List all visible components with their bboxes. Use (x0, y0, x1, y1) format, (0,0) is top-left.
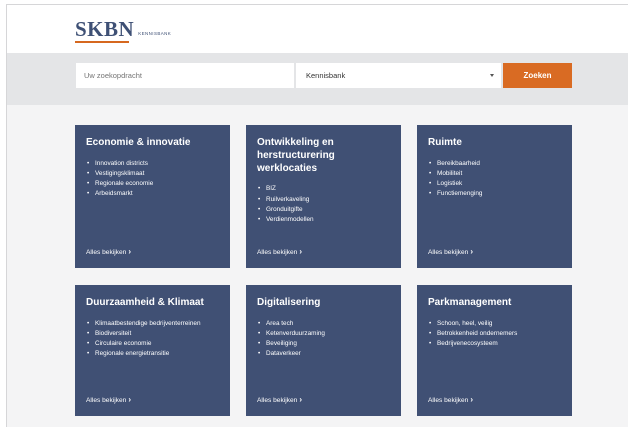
view-all-label: Alles bekijken (257, 248, 298, 256)
card-topic-list: BIZ Ruilverkaveling Gronduitgifte Verdie… (257, 184, 390, 225)
card-topic-link[interactable]: Schoon, heel, veilig (428, 319, 561, 329)
view-all-label: Alles bekijken (428, 396, 469, 404)
card-topic-link[interactable]: Bedrijvenecosysteem (428, 339, 561, 349)
card-topic-link[interactable]: Betrokkenheid ondernemers (428, 329, 561, 339)
logo-subtitle: KENNISBANK (138, 31, 172, 36)
card-topic-link[interactable]: BIZ (257, 184, 390, 194)
logo-text: SKBN (75, 17, 135, 41)
category-select[interactable]: Kennisbank (296, 63, 501, 88)
card-topic-link[interactable]: Dataverkeer (257, 349, 390, 359)
card-title: Economie & innovatie (86, 137, 191, 148)
card-topic-list: Schoon, heel, veilig Betrokkenheid onder… (428, 319, 561, 349)
card-topic-link[interactable]: Klimaatbestendige bedrijventerreinen (86, 319, 219, 329)
chevron-right-icon: › (470, 395, 473, 404)
category-card-ruimte[interactable]: Ruimte Bereikbaarheid Mobiliteit Logisti… (417, 125, 572, 268)
category-card-ontwikkeling[interactable]: Ontwikkeling en herstructurering werkloc… (246, 125, 401, 268)
chevron-right-icon: › (128, 395, 131, 404)
card-title: Parkmanagement (428, 297, 512, 308)
category-card-economie[interactable]: Economie & innovatie Innovation district… (75, 125, 230, 268)
card-topic-link[interactable]: Area tech (257, 319, 390, 329)
logo-underline (75, 41, 129, 43)
card-topic-link[interactable]: Vestigingsklimaat (86, 169, 219, 179)
card-topic-link[interactable]: Beveiliging (257, 339, 390, 349)
view-all-label: Alles bekijken (86, 396, 127, 404)
category-card-digitalisering[interactable]: Digitalisering Area tech Ketenverduurzam… (246, 285, 401, 416)
chevron-right-icon: › (128, 247, 131, 256)
card-topic-link[interactable]: Logistiek (428, 179, 561, 189)
card-topic-link[interactable]: Biodiversiteit (86, 329, 219, 339)
site-logo[interactable]: SKBN KENNISBANK (75, 19, 171, 40)
view-all-link[interactable]: Alles bekijken › (86, 248, 131, 256)
card-title: Ontwikkeling en herstructurering werkloc… (257, 137, 335, 174)
category-select-value: Kennisbank (306, 71, 346, 80)
view-all-link[interactable]: Alles bekijken › (86, 396, 131, 404)
card-topic-link[interactable]: Regionale energietransitie (86, 349, 219, 359)
view-all-label: Alles bekijken (428, 248, 469, 256)
card-topic-list: Klimaatbestendige bedrijventerreinen Bio… (86, 319, 219, 360)
chevron-right-icon: › (470, 247, 473, 256)
card-topic-link[interactable]: Verdienmodellen (257, 215, 390, 225)
search-bar: Kennisbank Zoeken (7, 53, 628, 105)
view-all-link[interactable]: Alles bekijken › (257, 248, 302, 256)
card-topic-link[interactable]: Ketenverduurzaming (257, 329, 390, 339)
view-all-link[interactable]: Alles bekijken › (428, 248, 473, 256)
browser-viewport: SKBN KENNISBANK Kennisbank Zoeken Econom… (6, 4, 628, 427)
chevron-right-icon: › (299, 247, 302, 256)
view-all-link[interactable]: Alles bekijken › (428, 396, 473, 404)
category-card-parkmanagement[interactable]: Parkmanagement Schoon, heel, veilig Betr… (417, 285, 572, 416)
card-topic-link[interactable]: Circulaire economie (86, 339, 219, 349)
card-topic-link[interactable]: Mobiliteit (428, 169, 561, 179)
card-topic-link[interactable]: Bereikbaarheid (428, 159, 561, 169)
card-topic-list: Innovation districts Vestigingsklimaat R… (86, 159, 219, 200)
card-title: Ruimte (428, 137, 462, 148)
search-input[interactable] (76, 63, 294, 88)
site-header: SKBN KENNISBANK (7, 5, 628, 53)
card-title: Duurzaamheid & Klimaat (86, 297, 204, 308)
view-all-label: Alles bekijken (257, 396, 298, 404)
card-topic-link[interactable]: Ruilverkaveling (257, 195, 390, 205)
card-topic-link[interactable]: Gronduitgifte (257, 205, 390, 215)
category-card-duurzaamheid[interactable]: Duurzaamheid & Klimaat Klimaatbestendige… (75, 285, 230, 416)
card-topic-link[interactable]: Innovation districts (86, 159, 219, 169)
card-topic-list: Bereikbaarheid Mobiliteit Logistiek Func… (428, 159, 561, 200)
view-all-label: Alles bekijken (86, 248, 127, 256)
chevron-right-icon: › (299, 395, 302, 404)
card-topic-link[interactable]: Functiemenging (428, 189, 561, 199)
card-topic-link[interactable]: Arbeidsmarkt (86, 189, 219, 199)
card-topic-link[interactable]: Regionale economie (86, 179, 219, 189)
chevron-down-icon (489, 73, 495, 79)
search-button[interactable]: Zoeken (503, 63, 572, 88)
view-all-link[interactable]: Alles bekijken › (257, 396, 302, 404)
card-title: Digitalisering (257, 297, 321, 308)
card-topic-list: Area tech Ketenverduurzaming Beveiliging… (257, 319, 390, 360)
